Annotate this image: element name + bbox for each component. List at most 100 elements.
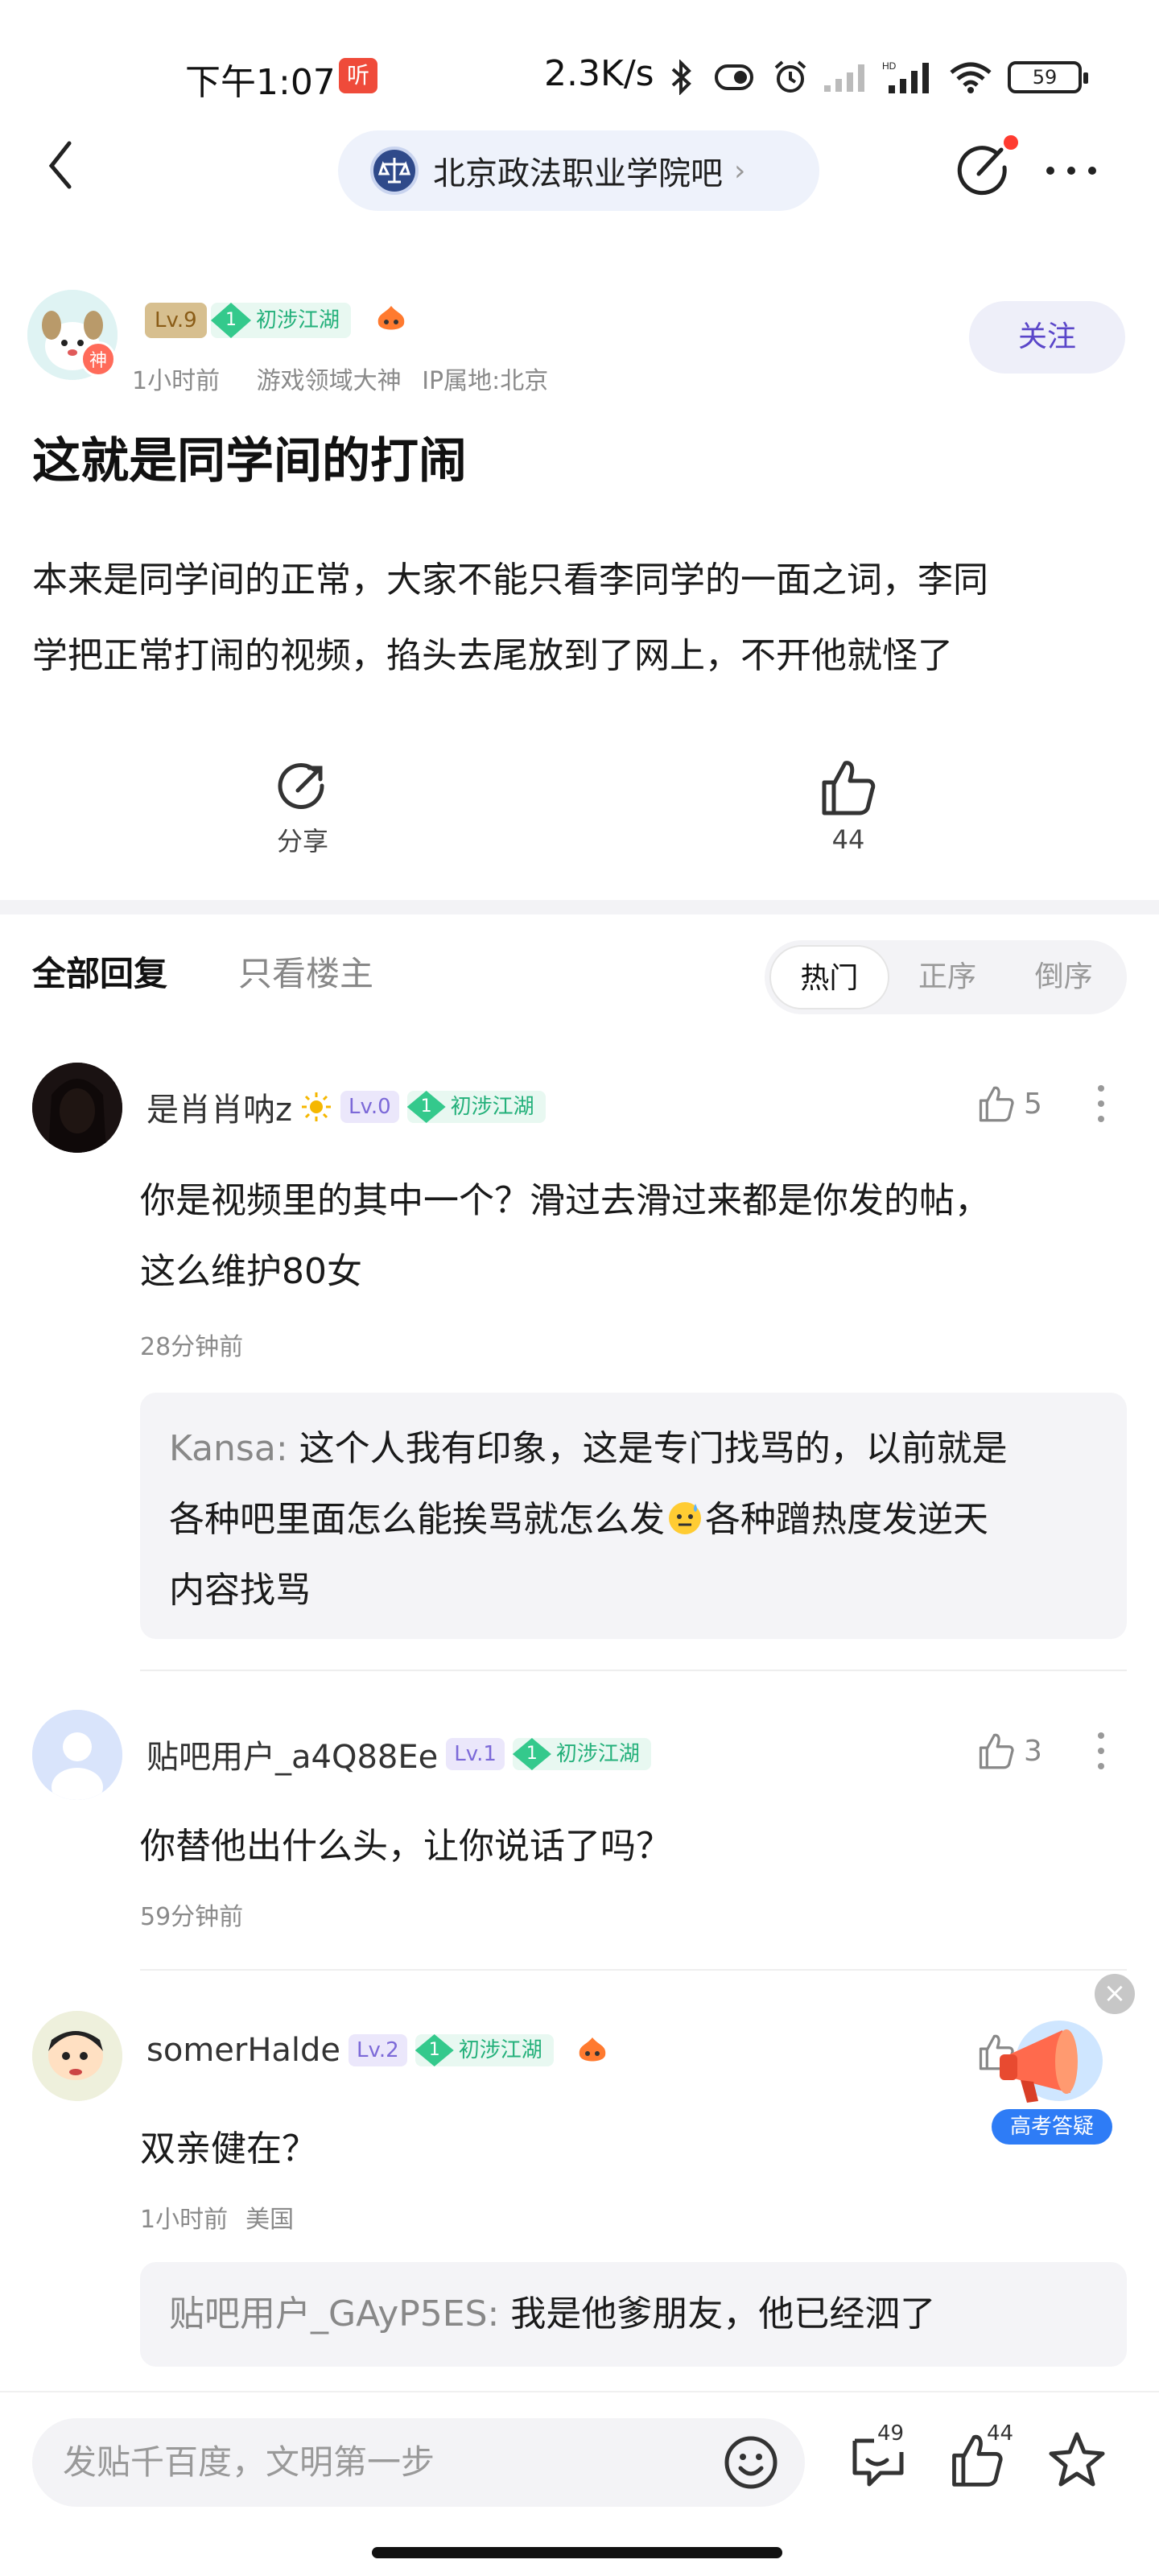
bottom-like-button[interactable]: 44 <box>947 2421 1019 2500</box>
wifi-icon <box>950 62 992 93</box>
post-time: 1小时前 <box>132 367 221 395</box>
comment-text: 你是视频里的其中一个？滑过去滑过来都是你发的帖， 这么维护80女 <box>140 1166 990 1307</box>
comment-time: 28分钟前 <box>140 1333 244 1361</box>
status-icons: HD 59 <box>668 53 1103 101</box>
commenter-avatar[interactable] <box>32 1710 122 1800</box>
compose-button[interactable] <box>955 138 1013 203</box>
author-title: 游戏领域大神 <box>256 367 402 395</box>
comment-like-count: 3 <box>1024 1734 1042 1768</box>
notification-badge: 听 <box>339 58 377 93</box>
commenter-rank-badge: 1 初涉江湖 <box>415 2034 554 2066</box>
reply-input[interactable]: 发贴千百度，文明第一步 <box>32 2418 805 2507</box>
sort-toggle: 热门 正序 倒序 <box>765 940 1127 1014</box>
smiley-icon <box>724 2436 777 2489</box>
share-label: 分享 <box>276 826 328 857</box>
commenter-name[interactable]: 贴吧用户_a4Q88Ee <box>146 1731 438 1777</box>
bluetooth-icon <box>671 60 691 95</box>
god-badge: 神 <box>80 341 116 377</box>
commenter-rank-label: 初涉江湖 <box>458 2038 542 2062</box>
tab-all-replies[interactable]: 全部回复 <box>32 947 167 996</box>
thumbs-up-icon <box>979 1733 1014 1769</box>
commenter-level-badge: Lv.1 <box>446 1738 505 1770</box>
comment-meta: 1小时前 美国 <box>140 2199 294 2235</box>
share-button[interactable]: 分享 <box>222 757 383 858</box>
alarm-icon <box>774 60 806 93</box>
comment-text-line: 你是视频里的其中一个？滑过去滑过来都是你发的帖， <box>140 1180 990 1221</box>
megaphone-icon <box>1000 2021 1103 2103</box>
back-button[interactable] <box>45 137 93 201</box>
sub-reply-author[interactable]: 贴吧用户_GAyP5ES: <box>169 2293 499 2334</box>
more-options-button[interactable] <box>1046 161 1111 180</box>
svg-text:HD: HD <box>882 60 897 72</box>
author-rank-badge: 1 初涉江湖 <box>211 303 352 338</box>
sweat-emoji-icon <box>669 1502 701 1534</box>
sub-reply-box[interactable]: 贴吧用户_GAyP5ES: 我是他爹朋友，他已经泗了 <box>140 2262 1127 2367</box>
sub-reply-box[interactable]: Kansa: 这个人我有印象，这是专门找骂的，以前就是 各种吧里面怎么能挨骂就怎… <box>140 1393 1127 1639</box>
sub-reply-line: 各种吧里面怎么能挨骂就怎么发 各种蹭热度发逆天 <box>169 1484 1098 1555</box>
sort-descending[interactable]: 倒序 <box>1005 945 1122 1009</box>
sub-reply-text: 这个人我有印象，这是专门找骂的，以前就是 <box>299 1428 1008 1469</box>
tab-owner-only[interactable]: 只看楼主 <box>238 947 373 996</box>
post-body: 本来是同学间的正常，大家不能只看李同学的一面之词，李同 学把正常打闹的视频，掐头… <box>32 543 1135 694</box>
rank-gem-icon: 1 <box>406 1091 446 1123</box>
bottom-like-count: 44 <box>984 2421 1017 2446</box>
comment-more-button[interactable] <box>1095 1084 1107 1127</box>
share-icon <box>278 763 324 809</box>
network-speed: 2.3K/s <box>544 53 654 94</box>
commenter-name[interactable]: somerHalde <box>146 2032 340 2069</box>
signal-hd-icon: HD <box>882 60 929 93</box>
post-body-line: 本来是同学间的正常，大家不能只看李同学的一面之词，李同 <box>32 559 988 601</box>
comment-text: 你替他出什么头，让你说话了吗？ <box>140 1826 671 1867</box>
home-indicator <box>372 2547 782 2558</box>
notification-dot <box>1004 135 1018 150</box>
status-bar: 下午1:07 听 2.3K/s HD 59 <box>0 0 1159 121</box>
commenter-rank-label: 初涉江湖 <box>555 1742 640 1766</box>
comment-like-button[interactable]: 5 <box>975 1084 1042 1124</box>
ip-location: IP属地:北京 <box>422 367 549 395</box>
ad-label[interactable]: 高考答疑 <box>992 2109 1112 2145</box>
signal-weak-icon <box>824 64 864 92</box>
like-button[interactable]: 44 <box>768 757 929 855</box>
follow-button[interactable]: 关注 <box>969 301 1125 374</box>
commenter-level-badge: Lv.2 <box>349 2034 407 2066</box>
sub-reply-author[interactable]: Kansa: <box>169 1428 288 1469</box>
emoji-button[interactable] <box>721 2433 781 2492</box>
sun-icon <box>302 1092 331 1121</box>
author-level-badge: Lv.9 <box>145 303 207 338</box>
sub-reply-text: 各种蹭热度发逆天 <box>705 1499 988 1540</box>
comment-count: 49 <box>874 2421 908 2446</box>
forum-link[interactable]: 北京政法职业学院吧 › <box>338 130 819 211</box>
edit-icon <box>957 146 1007 196</box>
rank-gem-icon: 1 <box>211 303 251 338</box>
commenter-avatar[interactable] <box>32 2011 122 2101</box>
comment-like-count: 5 <box>1024 1087 1042 1121</box>
close-ad-button[interactable]: × <box>1095 1974 1135 2014</box>
comments-button[interactable]: 49 <box>848 2421 921 2500</box>
rank-gem-icon: 1 <box>415 2034 454 2066</box>
comment-time: 1小时前 <box>140 2206 229 2234</box>
forum-name: 北京政法职业学院吧 <box>433 155 723 192</box>
comment-text-line: 这么维护80女 <box>140 1251 362 1292</box>
commenter-rank-label: 初涉江湖 <box>450 1095 534 1119</box>
comment-more-button[interactable] <box>1095 1731 1107 1774</box>
sort-hot[interactable]: 热门 <box>769 945 889 1009</box>
fire-icon <box>579 2037 605 2062</box>
commenter-name[interactable]: 是肖肖呐z <box>146 1084 292 1130</box>
star-icon <box>1049 2432 1105 2487</box>
thumbs-up-icon <box>979 1086 1014 1122</box>
section-divider <box>0 900 1159 914</box>
author-meta: 1小时前 游戏领域大神 IP属地:北京 <box>132 361 577 396</box>
favorite-button[interactable] <box>1045 2428 1117 2500</box>
comment-text: 双亲健在？ <box>140 2128 317 2169</box>
commenter-avatar[interactable] <box>32 1063 122 1153</box>
chevron-right-icon: › <box>734 154 746 188</box>
sort-ascending[interactable]: 正序 <box>889 945 1006 1009</box>
comment-divider <box>140 1670 1127 1671</box>
status-time: 下午1:07 <box>185 62 336 103</box>
comment-time: 59分钟前 <box>140 1903 244 1931</box>
sub-reply-line: 内容找骂 <box>169 1570 311 1611</box>
comment-header: 贴吧用户_a4Q88Ee Lv.1 1 初涉江湖 <box>146 1731 651 1777</box>
commenter-rank-badge: 1 初涉江湖 <box>406 1091 546 1123</box>
comment-like-button[interactable]: 3 <box>975 1731 1042 1771</box>
vertical-dots-icon <box>1098 1085 1104 1122</box>
